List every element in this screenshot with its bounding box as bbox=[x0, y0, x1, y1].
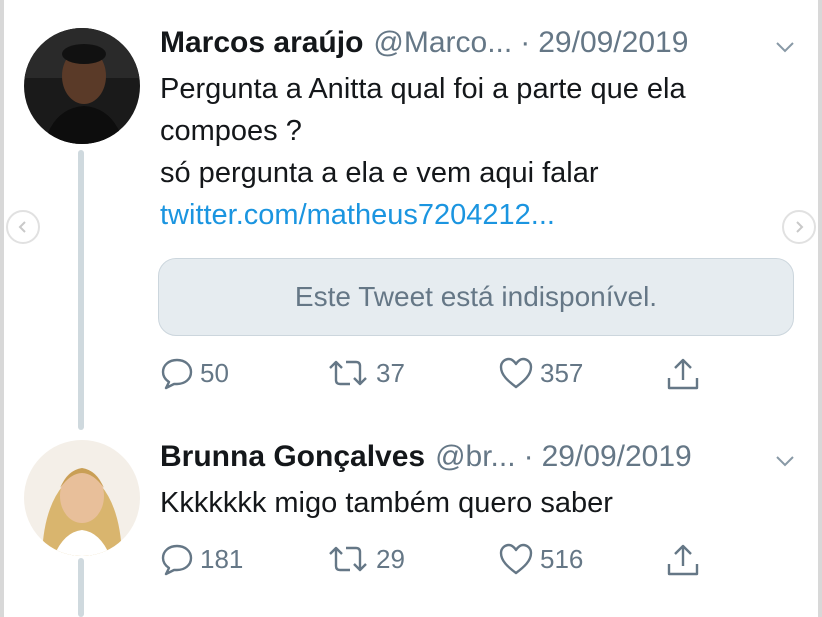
tweet-text-line: Pergunta a Anitta qual foi a parte que e… bbox=[160, 73, 686, 105]
reply-button[interactable]: 50 bbox=[160, 356, 229, 390]
reply-count: 50 bbox=[200, 357, 229, 388]
retweet-icon bbox=[329, 360, 367, 386]
tweet-date[interactable]: 29/09/2019 bbox=[538, 26, 688, 60]
tweet-date[interactable]: 29/09/2019 bbox=[542, 440, 692, 474]
avatar[interactable] bbox=[24, 28, 140, 144]
like-button[interactable]: 357 bbox=[498, 356, 583, 390]
reply-count: 181 bbox=[200, 543, 244, 574]
like-icon bbox=[499, 357, 533, 389]
tweet-text-line: só pergunta a ela e vem aqui falar bbox=[160, 157, 599, 189]
reply-icon bbox=[161, 544, 193, 576]
tweet-link[interactable]: twitter.com/matheus7204212... bbox=[160, 199, 555, 231]
avatar-photo bbox=[24, 440, 140, 556]
like-count: 357 bbox=[540, 357, 584, 388]
share-icon bbox=[667, 544, 699, 576]
tweet-body: Pergunta a Anitta qual foi a parte que e… bbox=[160, 68, 800, 236]
share-button[interactable] bbox=[666, 356, 700, 392]
chevron-left-icon bbox=[18, 221, 26, 233]
chevron-down-icon[interactable] bbox=[774, 450, 796, 472]
tweet-header: Brunna Gonçalves @br... · 29/09/2019 bbox=[160, 440, 692, 474]
separator-dot: · bbox=[520, 26, 531, 59]
tweet-actions: 50 37 357 bbox=[160, 356, 720, 396]
retweet-count: 37 bbox=[376, 357, 405, 388]
screen-frame-right bbox=[818, 0, 822, 617]
unavailable-quote-card[interactable]: Este Tweet está indisponível. bbox=[158, 258, 794, 336]
tweet-header: Marcos araújo @Marco... · 29/09/2019 bbox=[160, 26, 688, 60]
share-button[interactable] bbox=[666, 542, 700, 578]
thread-line bbox=[78, 558, 84, 617]
unavailable-message: Este Tweet está indisponível. bbox=[294, 281, 658, 312]
thread-line bbox=[78, 150, 84, 430]
avatar[interactable] bbox=[24, 440, 140, 556]
retweet-button[interactable]: 29 bbox=[326, 542, 405, 576]
reply-icon bbox=[161, 358, 193, 390]
user-handle[interactable]: @Marco... bbox=[373, 26, 512, 60]
share-icon bbox=[667, 358, 699, 390]
like-icon bbox=[499, 543, 533, 575]
reply-button[interactable]: 181 bbox=[160, 542, 243, 576]
separator-dot: · bbox=[523, 440, 534, 473]
like-button[interactable]: 516 bbox=[498, 542, 583, 576]
carousel-prev-button[interactable] bbox=[6, 210, 40, 244]
retweet-button[interactable]: 37 bbox=[326, 356, 405, 390]
retweet-icon bbox=[329, 546, 367, 572]
display-name[interactable]: Brunna Gonçalves bbox=[160, 440, 425, 474]
tweet-text-line: Kkkkkkk migo também quero saber bbox=[160, 487, 613, 519]
tweet-actions: 181 29 516 bbox=[160, 542, 720, 582]
screen-frame-left bbox=[0, 0, 4, 617]
avatar-photo bbox=[24, 28, 140, 144]
display-name[interactable]: Marcos araújo bbox=[160, 26, 363, 60]
retweet-count: 29 bbox=[376, 543, 405, 574]
tweet-text-line: compoes ? bbox=[160, 115, 302, 147]
user-handle[interactable]: @br... bbox=[435, 440, 515, 474]
chevron-down-icon[interactable] bbox=[774, 36, 796, 58]
like-count: 516 bbox=[540, 543, 584, 574]
tweet-body: Kkkkkkk migo também quero saber bbox=[160, 482, 800, 524]
